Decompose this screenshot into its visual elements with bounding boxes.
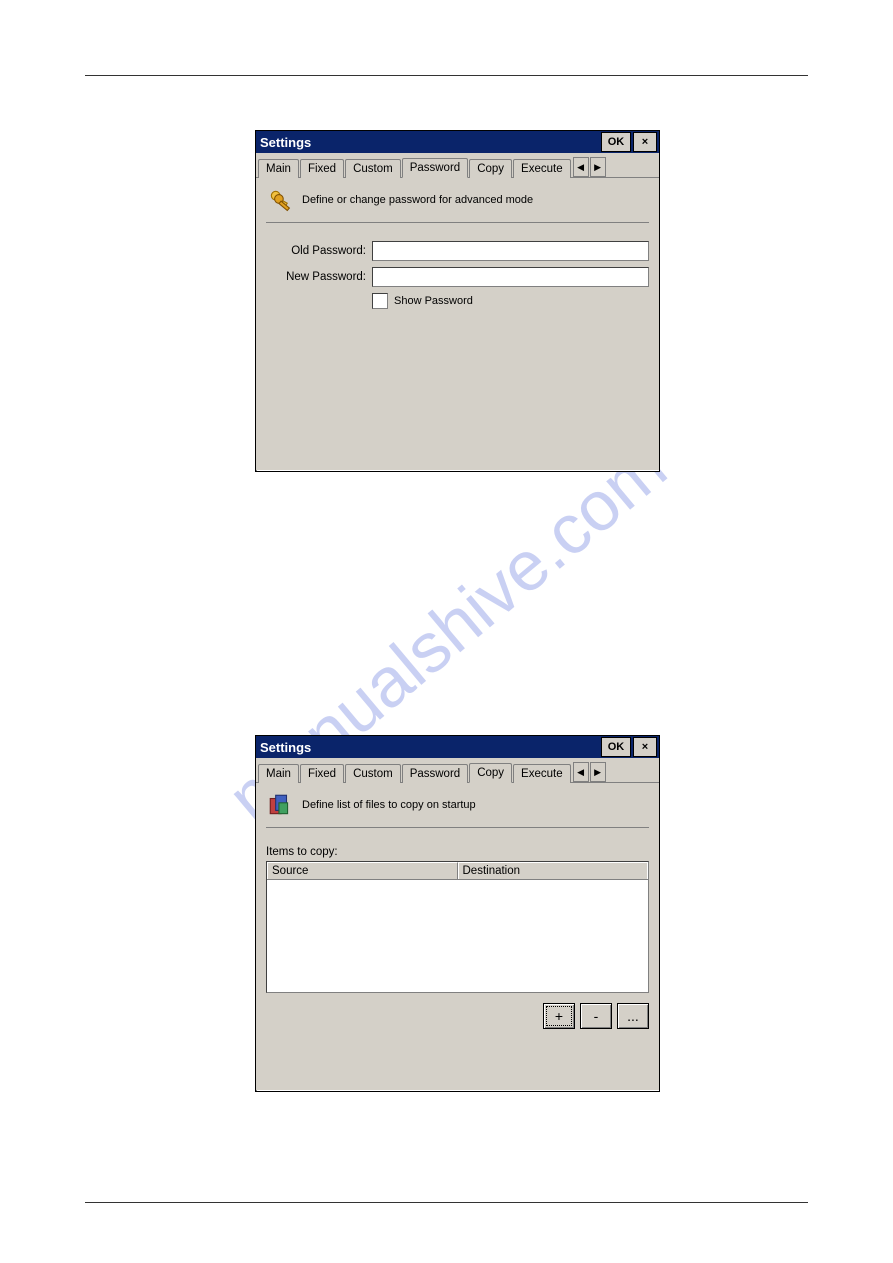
old-password-label: Old Password: (266, 245, 372, 257)
close-icon: × (642, 741, 648, 753)
tab-custom[interactable]: Custom (345, 764, 401, 783)
copy-files-icon (266, 791, 294, 819)
pane-heading-text: Define or change password for advanced m… (302, 194, 533, 206)
add-button[interactable]: + (543, 1003, 575, 1029)
close-button[interactable]: × (633, 132, 657, 152)
settings-window-password: Settings OK × Main Fixed Custom Password… (255, 130, 660, 472)
tab-strip: Main Fixed Custom Password Copy Execute … (256, 153, 659, 178)
new-password-row: New Password: (266, 267, 649, 287)
ok-button[interactable]: OK (601, 737, 631, 757)
column-source[interactable]: Source (267, 862, 458, 879)
tab-execute[interactable]: Execute (513, 159, 571, 178)
tab-execute[interactable]: Execute (513, 764, 571, 783)
list-header: Source Destination (267, 862, 648, 880)
old-password-row: Old Password: (266, 241, 649, 261)
tab-strip: Main Fixed Custom Password Copy Execute … (256, 758, 659, 783)
tab-scroll-left[interactable]: ◀ (573, 762, 589, 782)
tab-main[interactable]: Main (258, 764, 299, 783)
pane-heading-text: Define list of files to copy on startup (302, 799, 476, 811)
window-title: Settings (260, 135, 311, 150)
column-destination[interactable]: Destination (458, 862, 649, 879)
copy-list[interactable]: Source Destination (266, 861, 649, 993)
items-to-copy-label: Items to copy: (266, 846, 649, 858)
remove-button[interactable]: - (580, 1003, 612, 1029)
tab-main[interactable]: Main (258, 159, 299, 178)
tab-copy[interactable]: Copy (469, 763, 512, 783)
show-password-label: Show Password (394, 295, 473, 307)
more-button[interactable]: ... (617, 1003, 649, 1029)
ok-button[interactable]: OK (601, 132, 631, 152)
tab-pane-copy: Define list of files to copy on startup … (256, 783, 659, 1090)
close-icon: × (642, 136, 648, 148)
old-password-input[interactable] (372, 241, 649, 261)
tab-copy[interactable]: Copy (469, 159, 512, 178)
pane-heading-row: Define list of files to copy on startup (266, 791, 649, 828)
tab-custom[interactable]: Custom (345, 159, 401, 178)
titlebar: Settings OK × (256, 131, 659, 153)
tab-password[interactable]: Password (402, 158, 469, 178)
show-password-checkbox[interactable] (372, 293, 388, 309)
tab-pane-password: Define or change password for advanced m… (256, 178, 659, 470)
list-button-row: + - ... (266, 1003, 649, 1029)
pane-heading-row: Define or change password for advanced m… (266, 186, 649, 223)
tab-fixed[interactable]: Fixed (300, 764, 344, 783)
tab-password[interactable]: Password (402, 764, 469, 783)
titlebar: Settings OK × (256, 736, 659, 758)
tab-scroll-right[interactable]: ▶ (590, 157, 606, 177)
keys-icon (266, 186, 294, 214)
settings-window-copy: Settings OK × Main Fixed Custom Password… (255, 735, 660, 1092)
new-password-label: New Password: (266, 271, 372, 283)
page-rule-top (85, 75, 808, 76)
new-password-input[interactable] (372, 267, 649, 287)
page-rule-bottom (85, 1202, 808, 1203)
tab-fixed[interactable]: Fixed (300, 159, 344, 178)
tab-scroll-left[interactable]: ◀ (573, 157, 589, 177)
close-button[interactable]: × (633, 737, 657, 757)
window-title: Settings (260, 740, 311, 755)
tab-scroll-right[interactable]: ▶ (590, 762, 606, 782)
show-password-row: Show Password (372, 293, 649, 309)
